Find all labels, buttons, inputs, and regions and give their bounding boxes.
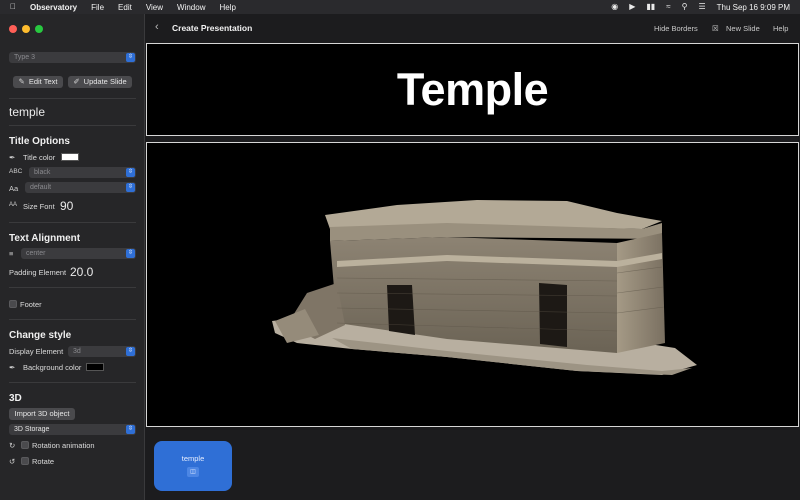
padding-element-value[interactable]: 20.0 <box>70 265 93 279</box>
chevron-down-icon: ⇳ <box>126 53 135 62</box>
main-content: ‹ Create Presentation Hide Borders ☒ New… <box>145 14 800 500</box>
slide-title-panel[interactable]: Temple <box>146 43 799 136</box>
text-size-icon: AA <box>9 202 18 208</box>
alignment-select-value: center <box>26 250 46 257</box>
divider <box>9 125 136 126</box>
menu-file[interactable]: File <box>91 3 104 12</box>
rotation-animation-checkbox[interactable] <box>21 441 29 449</box>
menu-app-name[interactable]: Observatory <box>30 3 77 12</box>
edit-text-label: Edit Text <box>28 77 58 86</box>
temple-3d-model <box>272 200 697 375</box>
title-color-select-value: black <box>34 169 51 176</box>
update-slide-button[interactable]: ✐ Update Slide <box>68 76 132 88</box>
trash-icon[interactable]: ◫ <box>187 467 199 477</box>
slide-text-field[interactable]: temple <box>9 105 45 119</box>
rotation-icon: ↻ <box>9 441 16 450</box>
update-slide-label: Update Slide <box>83 77 127 86</box>
help-button[interactable]: Help <box>773 24 788 33</box>
divider <box>9 98 136 99</box>
divider <box>9 222 136 223</box>
chevron-down-icon: ⇳ <box>126 168 135 177</box>
zoom-window-button[interactable] <box>35 25 43 33</box>
title-options-heading: Title Options <box>9 136 70 147</box>
wifi-icon[interactable]: ≈ <box>666 0 670 14</box>
chevron-down-icon: ⇳ <box>126 347 135 356</box>
display-element-select[interactable]: 3d ⇳ <box>68 346 136 357</box>
new-slide-icon[interactable]: ☒ <box>712 24 719 33</box>
three-d-heading: 3D <box>9 393 22 404</box>
menu-bar:  Observatory File Edit View Window Help… <box>0 0 800 14</box>
back-chevron-icon[interactable]: ‹ <box>155 21 159 33</box>
spotlight-search-icon[interactable]: ⚲ <box>682 0 688 14</box>
toolbar: ‹ Create Presentation Hide Borders ☒ New… <box>145 14 800 42</box>
minimize-window-button[interactable] <box>22 25 30 33</box>
padding-element-label: Padding Element <box>9 268 67 277</box>
rotation-animation-label: Rotation animation <box>32 441 95 450</box>
edit-icon: ✎ <box>18 77 25 86</box>
3d-viewport[interactable] <box>146 142 799 427</box>
display-element-label: Display Element <box>9 347 64 356</box>
size-font-label: Size Font <box>23 202 55 211</box>
menu-window[interactable]: Window <box>177 3 205 12</box>
display-element-select-value: 3d <box>73 348 81 355</box>
chevron-down-icon: ⇳ <box>126 249 135 258</box>
title-color-swatch[interactable] <box>61 153 79 161</box>
import-3d-object-label: Import 3D object <box>14 409 70 418</box>
slide-title-text: Temple <box>396 63 549 115</box>
window-controls <box>9 25 43 33</box>
screen-share-icon[interactable]: ◉ <box>611 0 618 14</box>
change-style-heading: Change style <box>9 330 72 341</box>
background-color-label: Background color <box>23 363 82 372</box>
control-center-icon[interactable]: ☰ <box>698 0 705 14</box>
type-select-value: Type 3 <box>14 54 36 61</box>
hide-borders-button[interactable]: Hide Borders <box>654 24 698 33</box>
divider <box>9 382 136 383</box>
text-alignment-heading: Text Alignment <box>9 233 81 244</box>
edit-text-button[interactable]: ✎ Edit Text <box>13 76 63 88</box>
font-select-value: default <box>30 184 52 191</box>
slide-thumbnail-label: temple <box>181 454 205 463</box>
footer-label: Footer <box>20 300 42 309</box>
pencil-icon: ✐ <box>73 77 80 86</box>
footer-checkbox[interactable] <box>9 300 17 308</box>
battery-icon[interactable]: ▮▮ <box>646 0 655 14</box>
font-icon: Aa <box>9 184 19 193</box>
type-select[interactable]: Type 3 ⇳ <box>9 52 136 63</box>
play-icon[interactable]: ▶ <box>629 0 635 14</box>
eyedropper-icon: ✒ <box>9 153 16 162</box>
slide-thumbnail[interactable]: temple ◫ <box>154 441 232 491</box>
divider <box>9 319 136 320</box>
alignment-select[interactable]: center ⇳ <box>21 248 136 259</box>
menu-edit[interactable]: Edit <box>118 3 132 12</box>
page-title: Create Presentation <box>172 23 253 33</box>
eyedropper-icon: ✒ <box>9 363 16 372</box>
menu-help[interactable]: Help <box>219 3 235 12</box>
chevron-down-icon: ⇳ <box>126 183 135 192</box>
menu-datetime[interactable]: Thu Sep 16 9:09 PM <box>717 3 790 12</box>
new-slide-button[interactable]: New Slide <box>726 24 760 33</box>
rotate-checkbox[interactable] <box>21 457 29 465</box>
abc-icon: ABC <box>9 168 23 175</box>
sidebar: Type 3 ⇳ ✎ Edit Text ✐ Update Slide temple… <box>0 14 145 500</box>
title-color-label: Title color <box>23 153 56 162</box>
close-window-button[interactable] <box>9 25 17 33</box>
import-3d-object-button[interactable]: Import 3D object <box>9 408 75 420</box>
apple-icon[interactable]:  <box>10 0 16 14</box>
chevron-down-icon: ⇳ <box>126 425 135 434</box>
background-color-swatch[interactable] <box>86 363 104 371</box>
font-select[interactable]: default ⇳ <box>25 182 136 193</box>
size-font-value[interactable]: 90 <box>60 199 73 213</box>
storage-select[interactable]: 3D Storage ⇳ <box>9 424 136 435</box>
divider <box>9 287 136 288</box>
align-lines-icon: ≡ <box>9 249 14 258</box>
rotate-icon: ↺ <box>9 457 16 466</box>
title-color-select[interactable]: black ⇳ <box>29 167 136 178</box>
rotate-label: Rotate <box>32 457 55 466</box>
menu-view[interactable]: View <box>146 3 163 12</box>
storage-select-value: 3D Storage <box>14 426 50 433</box>
